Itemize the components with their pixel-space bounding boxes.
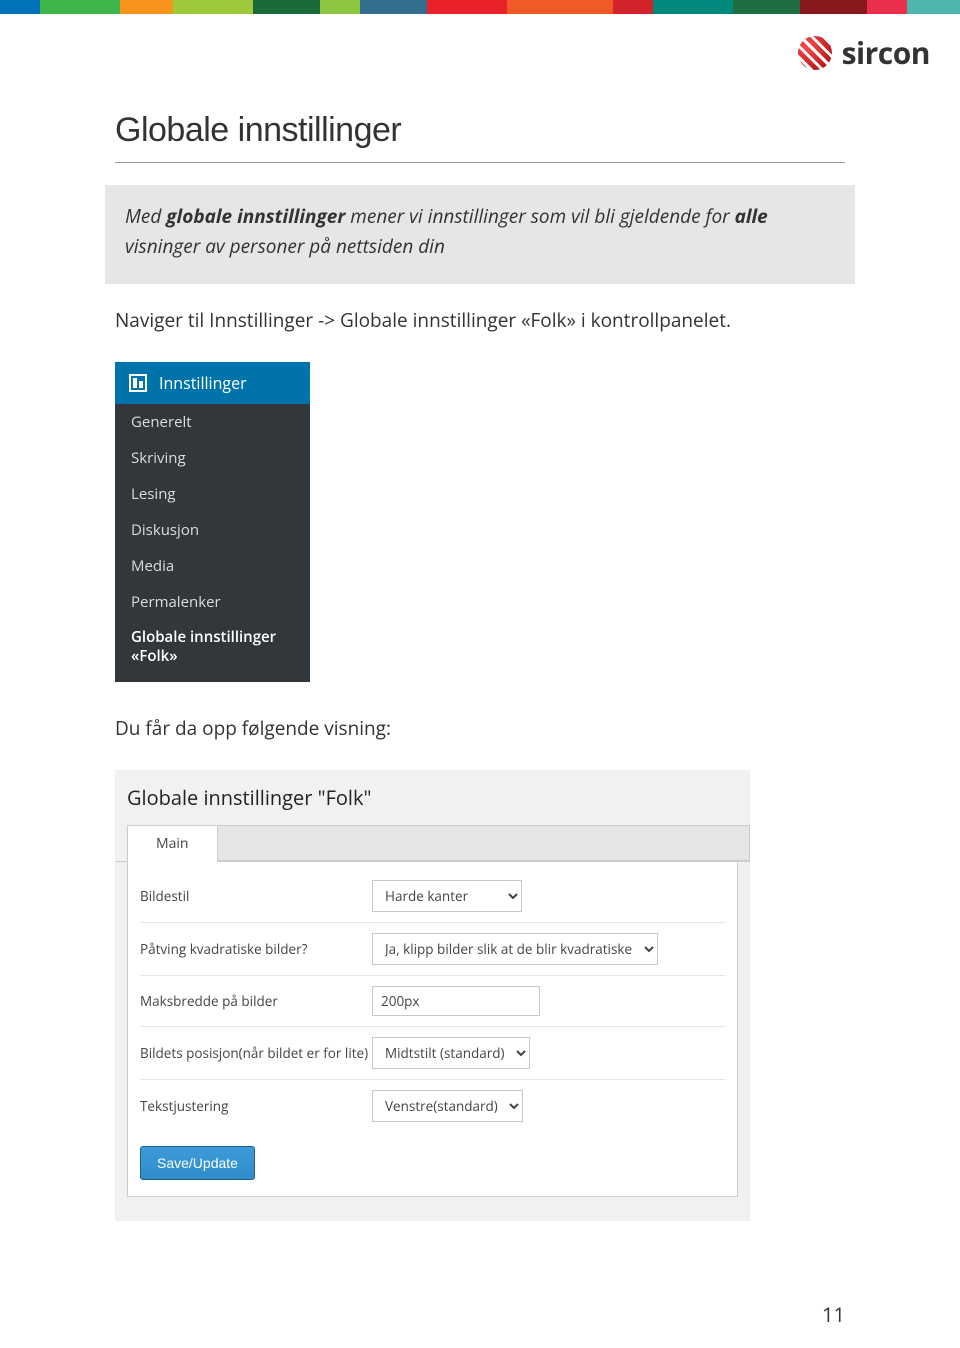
sidebar-item-skriving[interactable]: Skriving [115,440,310,476]
label-posisjon: Bildets posisjon(når bildet er for lite) [140,1044,372,1062]
sidebar-item-label: Generelt [131,412,192,432]
callout-bold1: globale innstillinger [166,203,345,229]
settings-heading: Globale innstillinger "Folk" [115,784,750,825]
sidebar-item-lesing[interactable]: Lesing [115,476,310,512]
callout-text-mid: mener vi innstillinger som vil bli gjeld… [345,203,734,229]
row-posisjon: Bildets posisjon(når bildet er for lite)… [140,1027,725,1080]
row-tekstjust: Tekstjustering Venstre(standard) [140,1080,725,1132]
label-tekstjust: Tekstjustering [140,1097,372,1115]
callout-text-pre: Med [125,203,166,229]
sidebar-item-label: Lesing [131,484,176,504]
sidebar-item-media[interactable]: Media [115,548,310,584]
sidebar-item-permalenker[interactable]: Permalenker [115,584,310,620]
page-title: Globale innstillinger [115,111,845,163]
row-kvadratisk: Påtving kvadratiske bilder? Ja, klipp bi… [140,923,725,976]
select-posisjon[interactable]: Midtstilt (standard) [372,1037,530,1069]
tab-spacer [218,825,751,861]
callout-bold2: alle [735,203,768,229]
wp-settings-sidebar: Innstillinger Generelt Skriving Lesing D… [115,362,310,682]
settings-panel: Globale innstillinger "Folk" Main Bildes… [115,770,750,1221]
sidebar-item-label: Skriving [131,448,186,468]
select-kvadratisk[interactable]: Ja, klipp bilder slik at de blir kvadrat… [372,933,658,965]
sidebar-item-diskusjon[interactable]: Diskusjon [115,512,310,548]
label-maksbredde: Maksbredde på bilder [140,992,372,1010]
settings-icon [129,374,147,392]
row-bildestil: Bildestil Harde kanter [140,870,725,923]
settings-form: Bildestil Harde kanter Påtving kvadratis… [127,862,738,1197]
sidebar-header[interactable]: Innstillinger [115,362,310,404]
paragraph-result: Du får da opp følgende visning: [115,714,845,743]
color-band [0,0,960,14]
select-tekstjust[interactable]: Venstre(standard) [372,1090,523,1122]
label-bildestil: Bildestil [140,887,372,905]
select-bildestil[interactable]: Harde kanter [372,880,522,912]
brand-logo: sircon [0,14,960,73]
label-kvadratisk: Påtving kvadratiske bilder? [140,940,372,958]
brand-logo-icon [798,36,832,70]
sidebar-item-label: Globale innstillinger «Folk» [131,627,276,666]
sidebar-header-label: Innstillinger [159,372,247,394]
sidebar-item-globale-folk[interactable]: Globale innstillinger «Folk» [115,620,310,674]
sidebar-item-label: Media [131,556,174,576]
callout-box: Med globale innstillinger mener vi innst… [105,185,855,284]
paragraph-navigate: Naviger til Innstillinger -> Globale inn… [115,306,845,335]
row-maksbredde: Maksbredde på bilder [140,976,725,1027]
sidebar-item-generelt[interactable]: Generelt [115,404,310,440]
save-button[interactable]: Save/Update [140,1146,255,1180]
tab-main[interactable]: Main [127,825,218,862]
settings-tabs: Main [115,825,750,862]
brand-logo-text: sircon [842,32,930,73]
input-maksbredde[interactable] [372,986,540,1016]
callout-text-post: visninger av personer på nettsiden din [125,233,445,259]
page-number: 11 [0,1261,960,1348]
sidebar-item-label: Diskusjon [131,520,199,540]
sidebar-item-label: Permalenker [131,592,221,612]
